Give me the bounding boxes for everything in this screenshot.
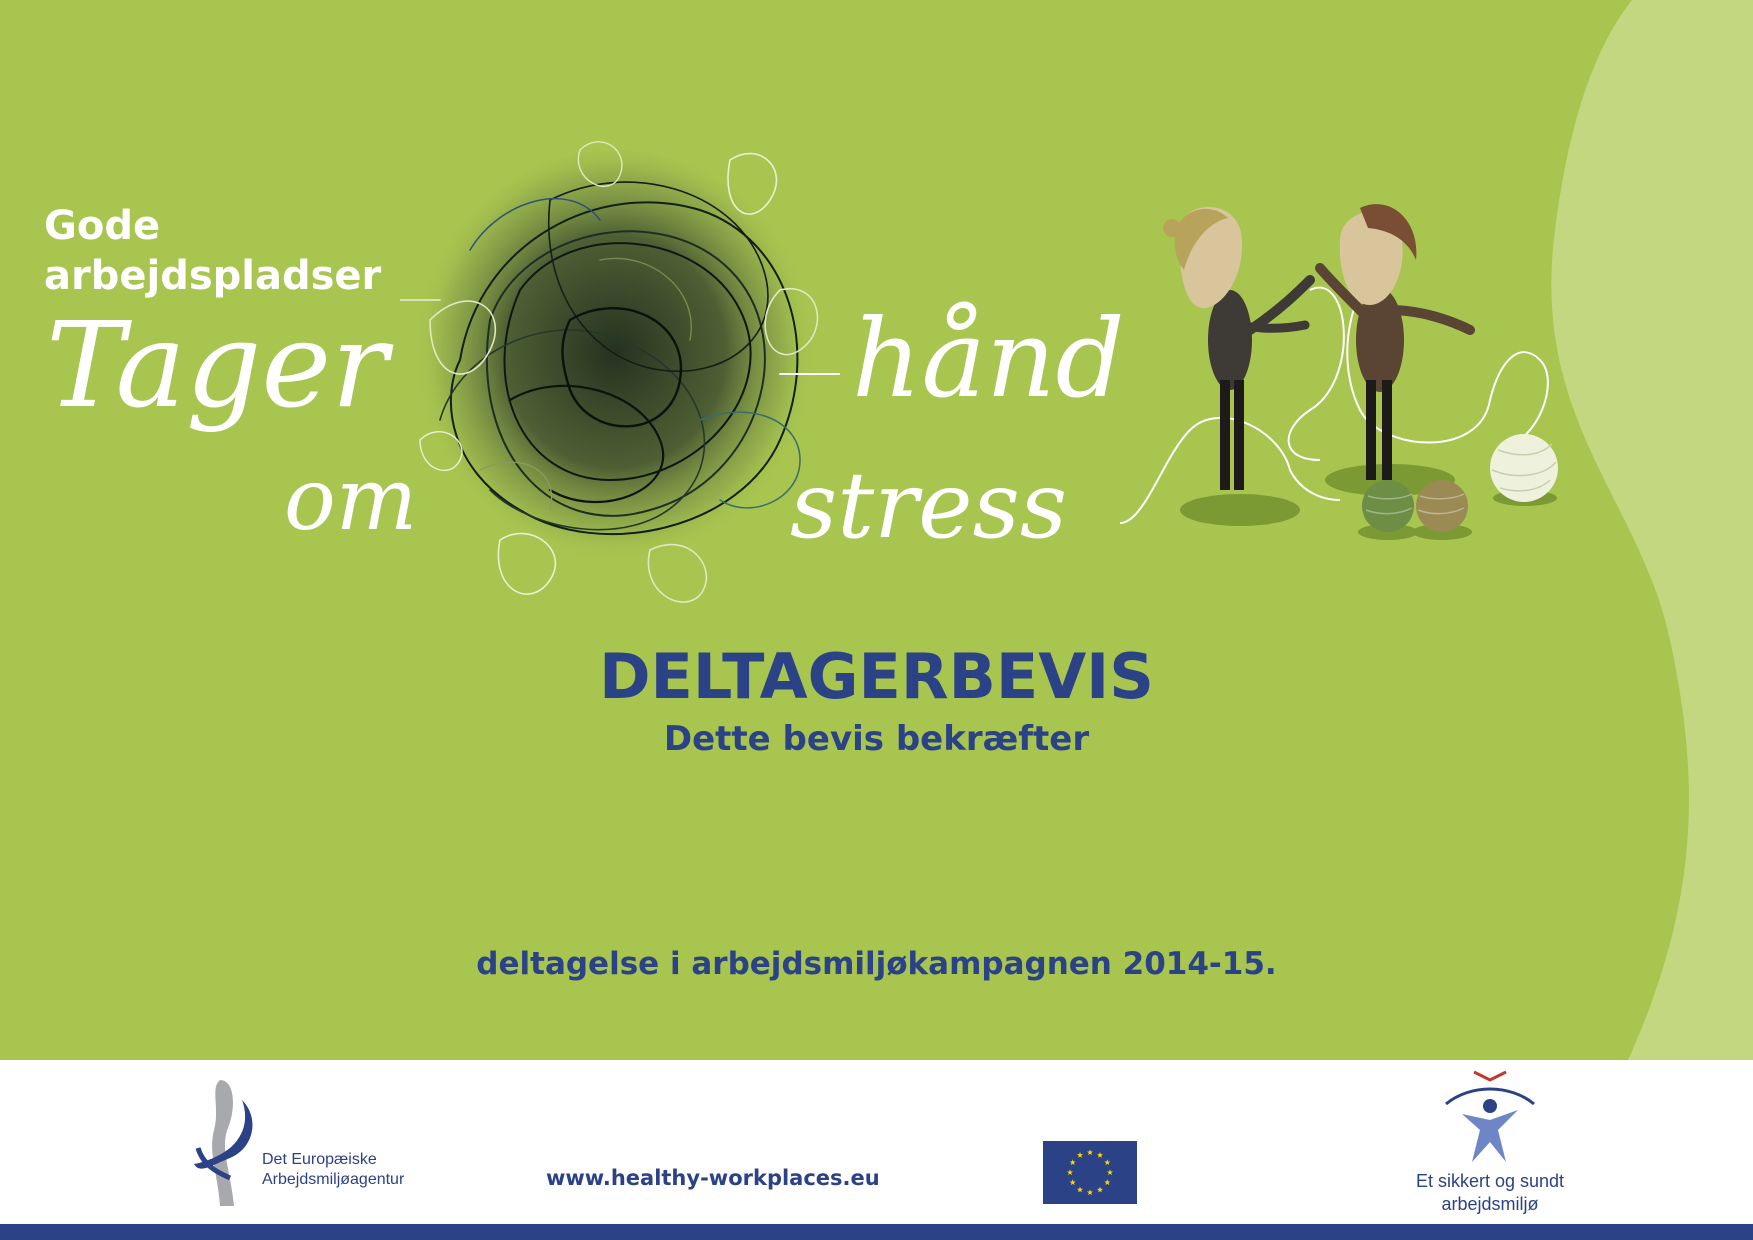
green-banner: Gode arbejdspladser Tager om hånd stress <box>0 0 1753 1060</box>
participation-statement: deltagelse i arbejdsmiljøkampagnen 2014-… <box>476 946 1277 982</box>
script-word-om: om <box>284 450 418 550</box>
footer-bottom-bar <box>0 1224 1753 1240</box>
certificate-page: Gode arbejdspladser Tager om hånd stress… <box>0 0 1753 1240</box>
script-word-stress: stress <box>790 452 1068 559</box>
campaign-name-line1: Et sikkert og sundt <box>1415 1171 1565 1191</box>
website-link[interactable]: www.healthy-workplaces.eu <box>546 1164 880 1192</box>
tangled-yarn-illustration <box>400 141 840 603</box>
slogan-line-gode: Gode <box>44 203 161 249</box>
two-people-untangling-yarn-illustration <box>1120 204 1558 540</box>
certificate-heading: DELTAGERBEVIS <box>599 640 1154 713</box>
healthy-workplaces-figure-icon <box>1445 1070 1535 1162</box>
campaign-name-line2: arbejdsmiljø <box>1441 1194 1539 1214</box>
agency-name-line1: Det Europæiske <box>262 1151 377 1168</box>
agency-name-line2: Arbejdsmiljøagentur <box>262 1171 405 1188</box>
slogan-line-arbejdspladser: arbejdspladser <box>44 253 382 299</box>
script-word-hand: hånd <box>852 297 1125 422</box>
eu-flag-icon <box>1043 1141 1137 1204</box>
script-word-tager: Tager <box>46 296 388 434</box>
certificate-subheading: Dette bevis bekræfter <box>663 719 1090 759</box>
